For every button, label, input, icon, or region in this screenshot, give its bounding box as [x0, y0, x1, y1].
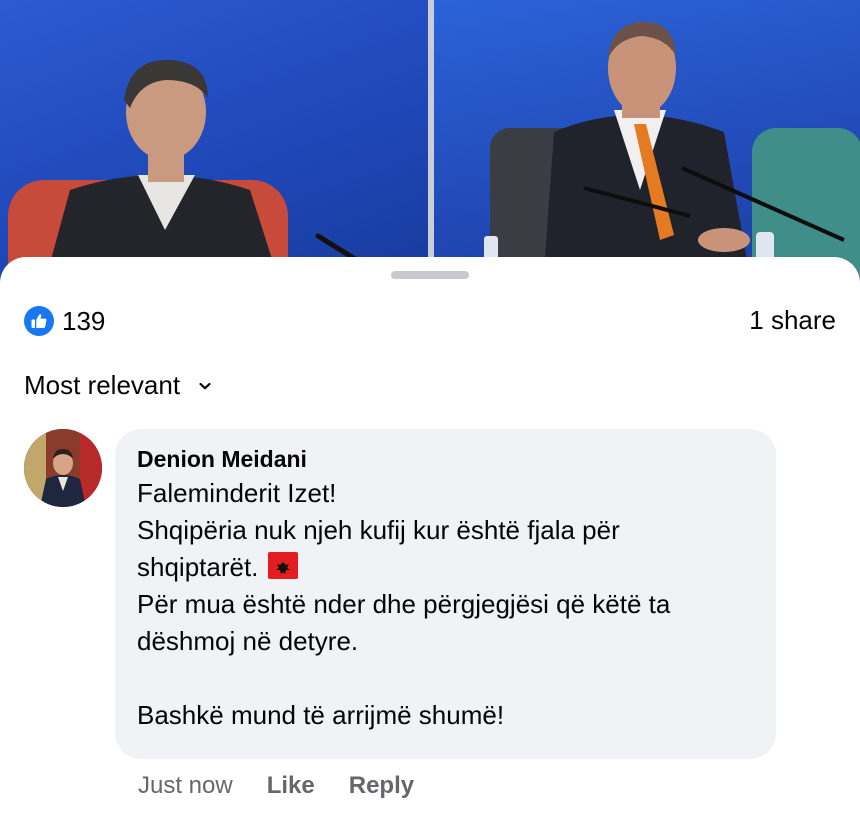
like-icon [24, 306, 54, 336]
speaker-right-illustration [484, 22, 860, 300]
comment-actions: Just now Like Reply [138, 772, 448, 800]
sheet-drag-handle[interactable] [391, 271, 469, 279]
share-count[interactable]: 1 share [749, 305, 836, 336]
comment-line: Bashkë mund të arrijmë shumë! [137, 700, 505, 730]
comment-bubble[interactable]: Denion Meidani Faleminderit Izet! Shqipë… [115, 429, 776, 759]
photo-left-panel [0, 0, 428, 300]
comment-line: Faleminderit Izet! [137, 478, 337, 508]
avatar-image [24, 429, 102, 507]
comment-like-button[interactable]: Like [267, 772, 315, 800]
post-photo[interactable] [0, 0, 860, 300]
comment-line: dëshmoj në detyre. [137, 626, 359, 656]
photo-right-panel [434, 0, 860, 300]
reactions-summary[interactable]: 139 [24, 305, 105, 337]
comment-timestamp: Just now [138, 772, 233, 799]
comment-blank-line [137, 660, 752, 697]
avatar[interactable] [24, 429, 102, 507]
comment-line: Për mua është nder dhe përgjegjësi që kë… [137, 589, 671, 619]
sort-label: Most relevant [24, 370, 181, 400]
comments-sheet: 139 1 share Most relevant Denion Meidani… [0, 257, 860, 826]
comments-sort-dropdown[interactable]: Most relevant [24, 370, 212, 401]
comment-line: Shqipëria nuk njeh kufij kur është fjala… [137, 515, 620, 545]
speaker-left-illustration [8, 59, 363, 300]
comment-line-with-flag: shqiptarët. [137, 549, 752, 586]
comment-author[interactable]: Denion Meidani [137, 443, 752, 475]
chevron-down-icon [199, 382, 211, 389]
reaction-count: 139 [62, 305, 106, 336]
comment-reply-button[interactable]: Reply [349, 772, 414, 800]
albania-flag-icon [267, 552, 298, 579]
comment-line-text: shqiptarët. [137, 552, 259, 582]
